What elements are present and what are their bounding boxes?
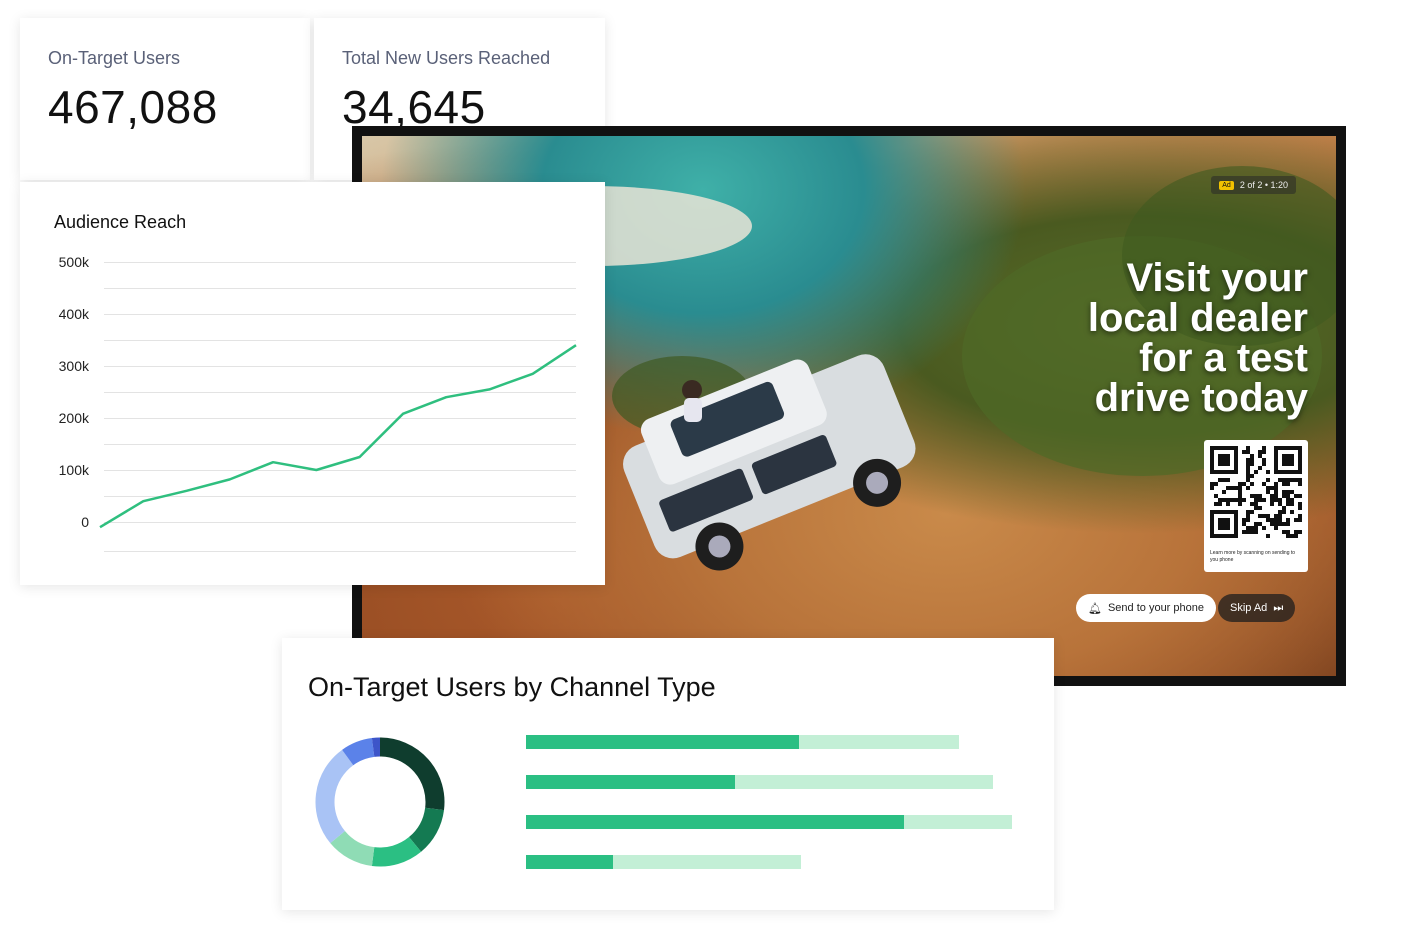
ad-progress-text: 2 of 2 • 1:20 bbox=[1239, 180, 1288, 190]
donut-slice bbox=[330, 830, 375, 866]
send-to-phone-label: Send to your phone bbox=[1107, 602, 1204, 614]
ad-headline-line: drive today bbox=[1094, 376, 1308, 420]
kpi-card-on-target-users: On-Target Users 467,088 bbox=[20, 18, 310, 180]
qr-code[interactable]: Learn more by scanning on sending to you… bbox=[1204, 440, 1308, 572]
qr-caption: Learn more by scanning on sending to you… bbox=[1210, 550, 1296, 563]
y-tick-label: 100k bbox=[59, 462, 90, 478]
qr-code-icon bbox=[1210, 446, 1302, 538]
y-tick-label: 200k bbox=[59, 410, 90, 426]
bar-value bbox=[526, 855, 613, 869]
y-tick-label: 400k bbox=[59, 306, 90, 322]
skip-ad-button[interactable]: Skip Ad ⏭︎ bbox=[1218, 594, 1296, 622]
y-tick-label: 0 bbox=[81, 514, 89, 530]
donut-slice bbox=[342, 738, 375, 766]
bar-value bbox=[526, 775, 735, 789]
ad-headline-line: local dealer bbox=[1087, 296, 1308, 340]
ad-progress-badge: Ad 2 of 2 • 1:20 bbox=[1211, 176, 1296, 194]
y-tick-label: 300k bbox=[59, 358, 90, 374]
ad-headline: Visit your local dealer for a test drive… bbox=[948, 258, 1308, 418]
audience-reach-card: Audience Reach 500k 400k 300k 200k 100k 0 bbox=[20, 182, 605, 585]
send-to-phone-button[interactable]: 🔔︎ Send to your phone bbox=[1076, 594, 1216, 622]
kpi-value: 467,088 bbox=[48, 81, 218, 133]
series-line bbox=[99, 344, 577, 529]
y-tick-label: 500k bbox=[59, 254, 90, 270]
channel-type-card: On-Target Users by Channel Type bbox=[282, 638, 1054, 910]
ad-headline-line: Visit your bbox=[1126, 256, 1308, 300]
donut-slice bbox=[315, 749, 354, 844]
bar-value bbox=[526, 815, 904, 829]
donut-slice bbox=[408, 807, 444, 852]
skip-ad-label: Skip Ad bbox=[1230, 602, 1268, 614]
donut-slice bbox=[371, 836, 422, 867]
donut-slice bbox=[379, 737, 445, 811]
kpi-label: On-Target Users bbox=[48, 48, 181, 68]
bell-icon: 🔔︎ bbox=[1088, 602, 1102, 615]
skip-next-icon: ⏭︎ bbox=[1273, 601, 1284, 614]
bar-value bbox=[526, 735, 799, 749]
ad-headline-line: for a test bbox=[1139, 336, 1308, 380]
ad-tag: Ad bbox=[1219, 180, 1234, 190]
channel-type-charts bbox=[315, 735, 1012, 869]
kpi-label: Total New Users Reached bbox=[342, 48, 551, 68]
audience-reach-chart: 500k 400k 300k 200k 100k 0 bbox=[59, 254, 577, 552]
